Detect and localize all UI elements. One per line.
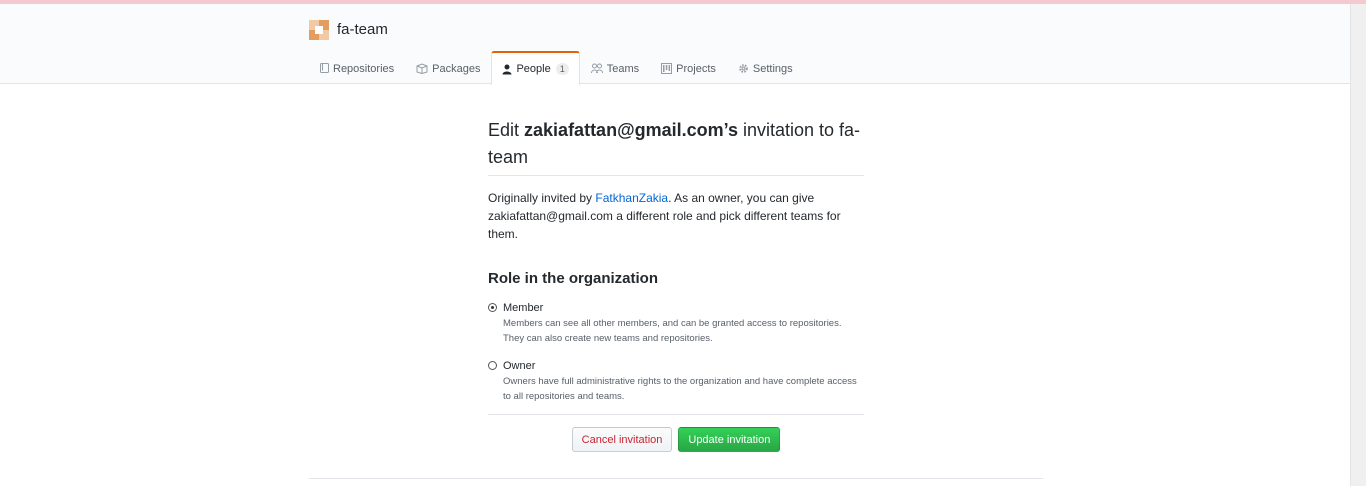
- form-actions: Cancel invitation Update invitation: [488, 414, 864, 452]
- role-label[interactable]: Owner: [503, 359, 864, 373]
- vertical-scrollbar[interactable]: [1350, 4, 1366, 486]
- tab-settings[interactable]: Settings: [727, 51, 804, 85]
- title-prefix: Edit: [488, 120, 525, 140]
- org-nav-tabs: Repositories Packages People 1 Teams Pro…: [309, 51, 804, 85]
- role-note: Members can see all other members, and c…: [503, 318, 842, 344]
- member-radio[interactable]: [488, 303, 497, 312]
- tab-packages[interactable]: Packages: [405, 51, 491, 85]
- role-note: Owners have full administrative rights t…: [503, 376, 857, 402]
- tab-people[interactable]: People 1: [491, 51, 580, 85]
- intro-prefix: Originally invited by: [488, 191, 596, 205]
- role-label[interactable]: Member: [503, 301, 864, 315]
- update-invitation-button[interactable]: Update invitation: [678, 427, 781, 452]
- role-option-owner[interactable]: Owner Owners have full administrative ri…: [488, 359, 864, 404]
- tab-projects[interactable]: Projects: [650, 51, 727, 85]
- owner-radio[interactable]: [488, 361, 497, 370]
- page-title: Edit zakiafattan@gmail.com’s invitation …: [488, 117, 864, 176]
- invitation-intro: Originally invited by FatkhanZakia. As a…: [488, 189, 864, 243]
- repo-icon: [320, 63, 329, 73]
- project-icon: [661, 63, 673, 74]
- footer-divider: [309, 478, 1043, 479]
- tab-label: Teams: [606, 62, 640, 75]
- tab-label: Projects: [676, 62, 716, 75]
- role-heading: Role in the organization: [488, 270, 659, 287]
- invitee-email: zakiafattan@gmail.com’s: [524, 120, 738, 140]
- tab-repositories[interactable]: Repositories: [309, 51, 405, 85]
- org-avatar[interactable]: [309, 20, 329, 40]
- package-icon: [416, 63, 428, 74]
- cancel-invitation-button[interactable]: Cancel invitation: [571, 427, 673, 452]
- org-name[interactable]: fa-team: [337, 21, 388, 38]
- tab-label: Packages: [432, 62, 481, 75]
- tab-label: People: [516, 63, 551, 75]
- org-header: fa-team Repositories Packages People 1 T…: [0, 4, 1350, 85]
- edit-invitation-form: Edit zakiafattan@gmail.com’s invitation …: [488, 84, 864, 452]
- tab-teams[interactable]: Teams: [580, 51, 650, 85]
- people-icon: [590, 63, 603, 74]
- role-option-member[interactable]: Member Members can see all other members…: [488, 301, 864, 346]
- people-counter: 1: [555, 63, 569, 75]
- inviter-link[interactable]: FatkhanZakia: [595, 191, 668, 205]
- gear-icon: [739, 64, 748, 73]
- tab-label: Settings: [752, 62, 793, 75]
- tab-label: Repositories: [333, 62, 395, 75]
- person-icon: [502, 64, 512, 74]
